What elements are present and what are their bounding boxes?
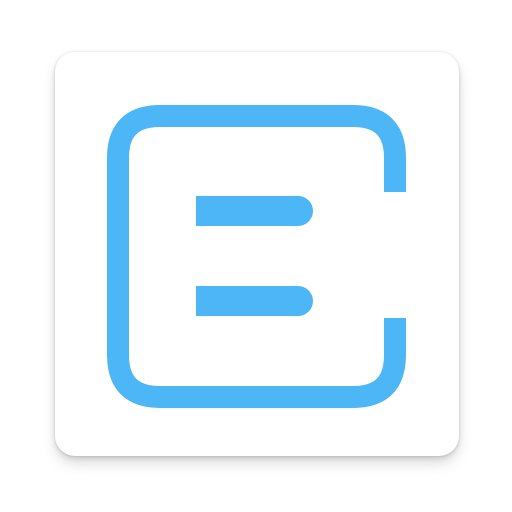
upper-bar <box>196 196 313 226</box>
lower-bar <box>196 286 313 316</box>
app-icon-canvas <box>0 0 512 512</box>
letter-e-bracket-icon <box>107 105 406 408</box>
bracket-outline <box>107 105 406 408</box>
